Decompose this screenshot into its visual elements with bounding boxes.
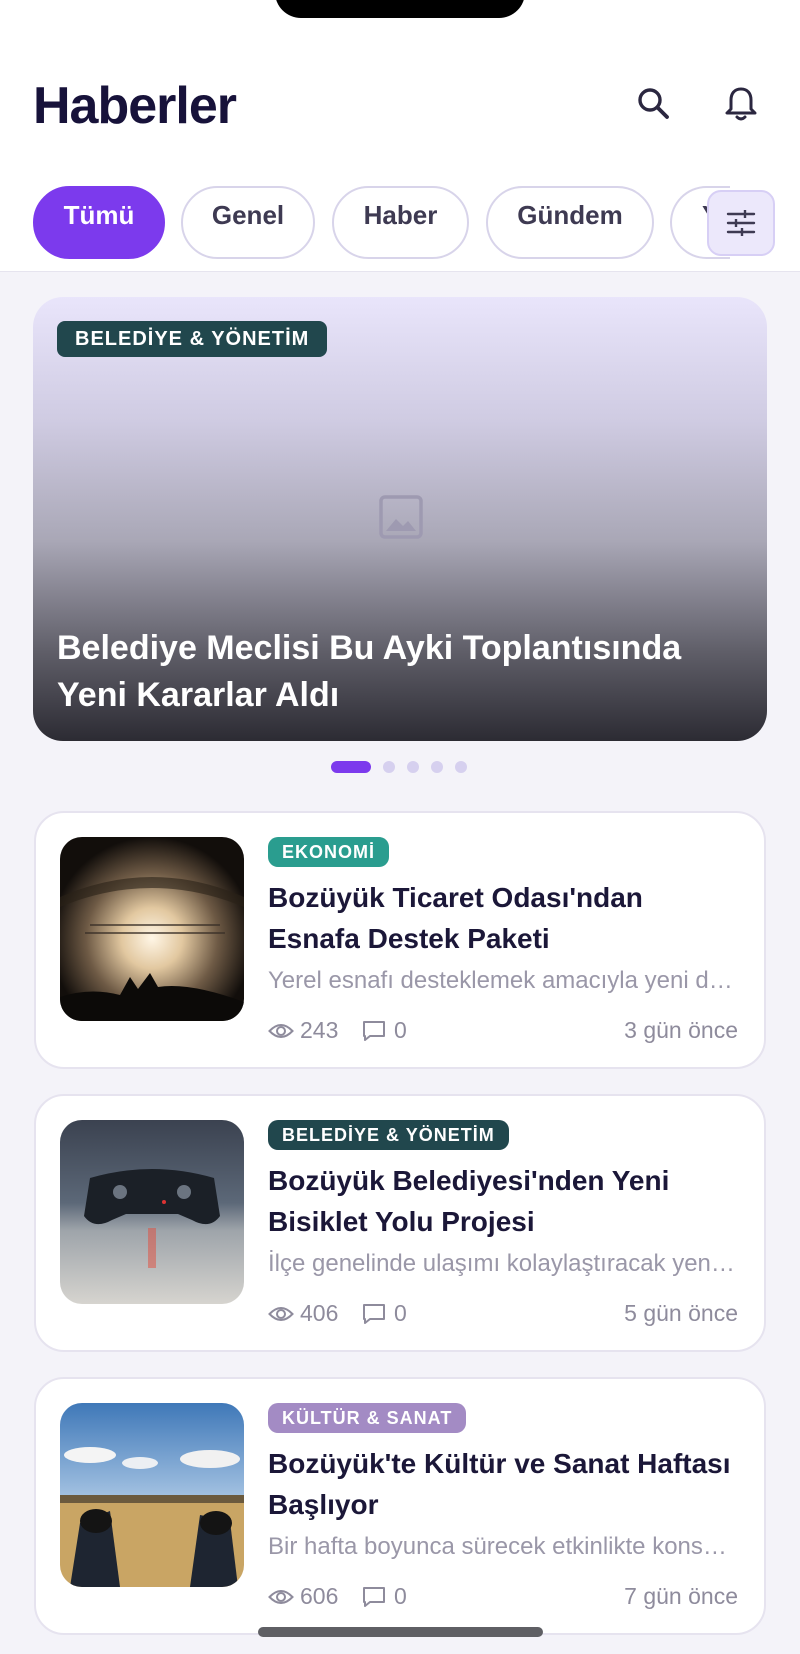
- news-meta: 243 0 3 gün önce: [268, 1017, 738, 1047]
- views-count: 406: [300, 1300, 339, 1326]
- news-description: Yerel esnafı desteklemek amacıyla yeni d…: [268, 967, 738, 994]
- news-description: İlçe genelinde ulaşımı kolaylaştıracak y…: [268, 1250, 738, 1277]
- news-category-tag: EKONOMİ: [268, 837, 390, 867]
- views-stat: 606: [268, 1583, 338, 1610]
- news-card[interactable]: KÜLTÜR & SANAT Bozüyük'te Kültür ve Sana…: [34, 1377, 766, 1635]
- field-photo: [60, 1403, 244, 1587]
- sliders-icon: [726, 210, 756, 236]
- views-stat: 243: [268, 1017, 338, 1044]
- news-card[interactable]: BELEDİYE & YÖNETİM Bozüyük Belediyesi'nd…: [34, 1094, 766, 1352]
- pager-dot[interactable]: [383, 761, 395, 773]
- comments-count: 0: [394, 1300, 407, 1326]
- eye-icon: [268, 1023, 294, 1038]
- eye-icon: [268, 1306, 294, 1321]
- comment-icon: [363, 1586, 385, 1607]
- top-bar: Haberler Tümü Genel Haber Gündem Y: [0, 0, 800, 272]
- views-stat: 406: [268, 1300, 338, 1327]
- comments-stat: 0: [362, 1300, 407, 1327]
- news-meta: 406 0 5 gün önce: [268, 1300, 738, 1330]
- featured-title: Belediye Meclisi Bu Ayki Toplantısında Y…: [57, 629, 682, 714]
- pager-dot-active[interactable]: [331, 761, 371, 773]
- eye-icon: [268, 1589, 294, 1604]
- search-button[interactable]: [630, 80, 678, 128]
- news-card[interactable]: EKONOMİ Bozüyük Ticaret Odası'ndan Esnaf…: [34, 811, 766, 1069]
- notifications-button[interactable]: [717, 80, 765, 128]
- news-category-tag: KÜLTÜR & SANAT: [268, 1403, 467, 1433]
- views-count: 606: [300, 1583, 339, 1609]
- comment-icon: [363, 1303, 385, 1324]
- pager-dot[interactable]: [407, 761, 419, 773]
- carousel-pager: [331, 760, 467, 774]
- published-time: 7 gün önce: [624, 1583, 738, 1609]
- category-chips: Tümü Genel Haber Gündem Y: [0, 186, 800, 260]
- published-time: 3 gün önce: [624, 1017, 738, 1043]
- chip-tumu[interactable]: Tümü: [33, 186, 165, 259]
- gamepad-photo: [60, 1120, 244, 1304]
- chip-genel[interactable]: Genel: [181, 186, 315, 259]
- published-time: 5 gün önce: [624, 1300, 738, 1326]
- news-description: Bir hafta boyunca sürecek etkinlikte kon…: [268, 1533, 738, 1560]
- device-notch: [275, 0, 525, 18]
- comments-stat: 0: [362, 1017, 407, 1044]
- news-thumbnail: [60, 837, 244, 1021]
- comments-count: 0: [394, 1017, 407, 1043]
- image-placeholder-icon: [379, 495, 423, 539]
- news-meta: 606 0 7 gün önce: [268, 1583, 738, 1613]
- news-title: Bozüyük Ticaret Odası'ndan Esnafa Destek…: [268, 882, 643, 954]
- news-thumbnail: [60, 1120, 244, 1304]
- search-icon: [638, 88, 669, 119]
- home-indicator[interactable]: [258, 1627, 543, 1637]
- comments-count: 0: [394, 1583, 407, 1609]
- comment-icon: [363, 1020, 385, 1041]
- pager-dot[interactable]: [455, 761, 467, 773]
- featured-news-card[interactable]: BELEDİYE & YÖNETİM Belediye Meclisi Bu A…: [33, 297, 767, 741]
- bell-icon: [725, 87, 757, 121]
- chip-haber[interactable]: Haber: [332, 186, 469, 259]
- news-thumbnail: [60, 1403, 244, 1587]
- news-category-tag: BELEDİYE & YÖNETİM: [268, 1120, 509, 1150]
- views-count: 243: [300, 1017, 339, 1043]
- chip-gundem[interactable]: Gündem: [486, 186, 654, 259]
- comments-stat: 0: [362, 1583, 407, 1610]
- pager-dot[interactable]: [431, 761, 443, 773]
- filter-button[interactable]: [707, 190, 775, 256]
- news-title: Bozüyük Belediyesi'nden Yeni Bisiklet Yo…: [268, 1165, 670, 1237]
- page-title: Haberler: [33, 77, 237, 135]
- concert-photo: [60, 837, 244, 1021]
- featured-category-tag: BELEDİYE & YÖNETİM: [57, 321, 328, 357]
- news-title: Bozüyük'te Kültür ve Sanat Haftası Başlı…: [268, 1448, 731, 1520]
